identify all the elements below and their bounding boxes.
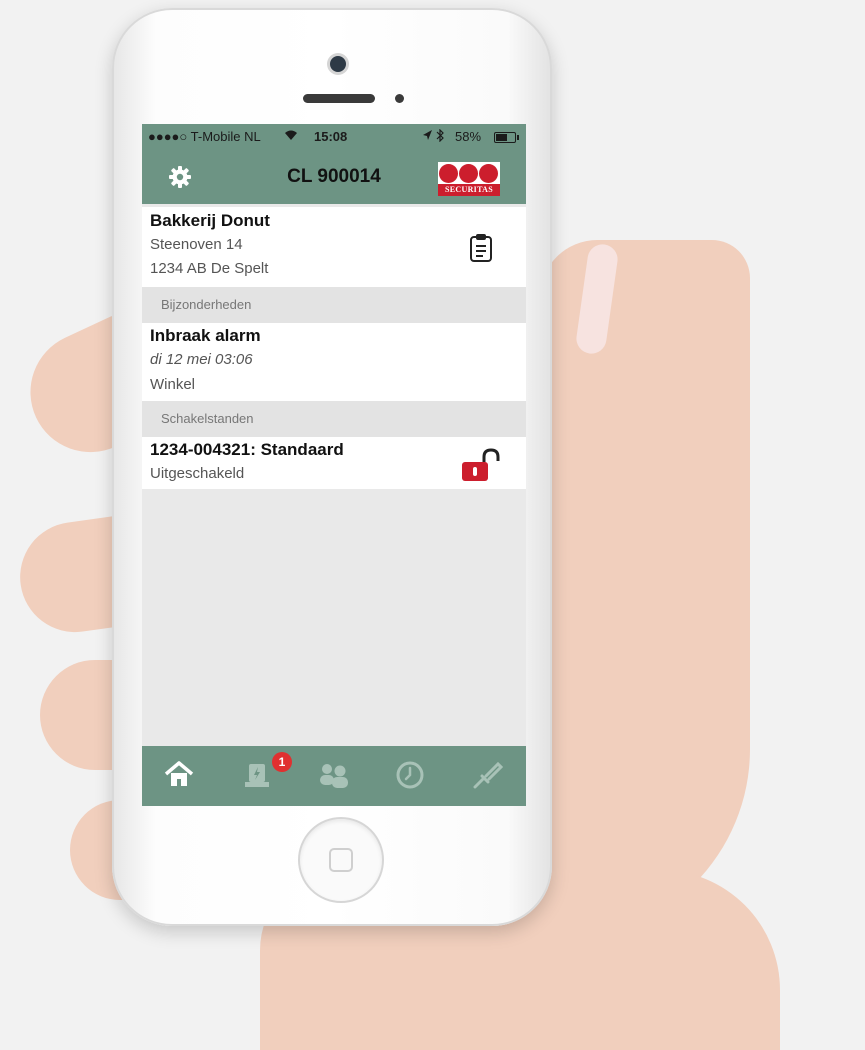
home-button-square-icon [329,848,353,872]
securitas-logo: SECURITAS [438,162,500,196]
alarm-icon [245,764,269,787]
tab-bar: 1 [142,746,526,806]
location-street: Steenoven 14 [150,236,243,253]
wifi-icon [283,129,299,144]
tab-tools[interactable] [472,760,506,792]
alarm-time: di 12 mei 03:06 [150,351,253,368]
status-bar: ●●●●○ T-Mobile NL 15:08 58% [142,124,526,150]
earpiece-speaker [303,94,375,103]
location-name: Bakkerij Donut [150,211,270,230]
tab-history[interactable] [395,760,429,792]
location-arrow-icon [422,129,433,144]
section-header-switch-states: Schakelstanden [142,401,526,437]
clock-label: 15:08 [314,129,348,144]
switch-state-cell[interactable]: 1234-004321: Standaard Uitgeschakeld [142,437,526,489]
alarm-zone: Winkel [150,376,196,393]
location-cell[interactable]: Bakkerij Donut Steenoven 14 1234 AB De S… [142,207,526,287]
tab-home[interactable] [164,760,198,792]
clipboard-icon[interactable] [469,233,493,268]
tab-alarms[interactable] [242,760,276,792]
switch-state-title: 1234-004321: Standaard [150,440,344,459]
history-icon [396,761,424,789]
alarm-title: Inbraak alarm [150,326,261,345]
app-screen: ●●●●○ T-Mobile NL 15:08 58% CL 900014 SE… [142,124,526,806]
location-city: 1234 AB De Spelt [150,260,269,277]
contacts-icon [320,764,348,788]
carrier-label: ●●●●○ T-Mobile NL [148,129,261,144]
tab-contacts[interactable] [317,760,351,792]
battery-percent: 58% [455,129,482,144]
unlocked-padlock-icon [460,447,506,488]
home-icon [164,761,194,786]
section-header-details: Bijzonderheden [142,287,526,323]
tools-icon [473,761,504,789]
home-button[interactable] [298,817,384,903]
bluetooth-icon [436,128,445,145]
alarm-badge: 1 [272,752,292,772]
camera-icon [330,56,346,72]
battery-icon [494,132,519,143]
nav-bar: CL 900014 SECURITAS [142,150,526,204]
proximity-sensor [395,94,404,103]
switch-state-status: Uitgeschakeld [150,465,245,482]
alarm-cell[interactable]: Inbraak alarm di 12 mei 03:06 Winkel [142,323,526,401]
